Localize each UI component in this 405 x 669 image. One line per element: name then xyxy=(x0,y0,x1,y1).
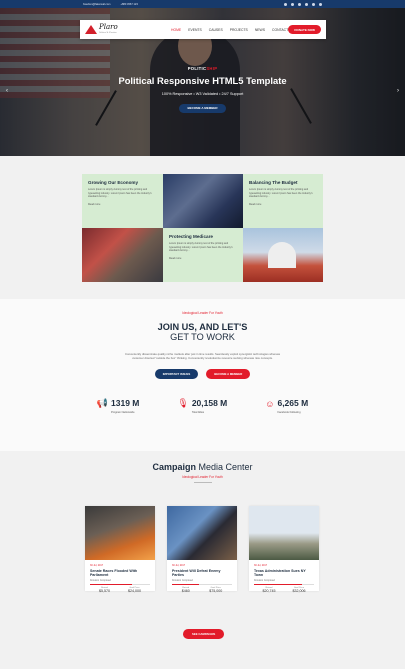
nav-menu: HOME EVENTS CAUSES PROJECTS NEWS CONTACT xyxy=(171,28,288,32)
card-goal: Donation Completed xyxy=(90,579,111,582)
campaign-cards: 30 Jul, 2017 Senate Races Flooded With P… xyxy=(85,506,319,593)
become-member-button[interactable]: BECOME A MEMBER xyxy=(179,103,226,113)
media-title: Campaign Media Center xyxy=(152,462,253,472)
stats-row: 📢 1319 M Program Nationwide 🎙 20,158 M Tot… xyxy=(0,393,405,414)
stat-facebook: ☺ 6,265 M Facebook Following xyxy=(265,393,309,415)
feature-text: Lorem Ipsum is simply dummy text of the … xyxy=(88,188,152,199)
youtube-icon[interactable] xyxy=(319,2,322,6)
stat-value: 20,158 M xyxy=(191,398,228,409)
logo-icon xyxy=(85,25,97,34)
twitter-icon[interactable] xyxy=(291,2,294,6)
see-campaigns-button[interactable]: SEE CAMPAIGNS xyxy=(183,629,225,639)
raised-value: $5,570 xyxy=(99,588,110,593)
media-kicker: Ideological Leader For Youth xyxy=(182,475,223,479)
microphones-image xyxy=(163,174,243,228)
join-text: Conveniently disseminate quality niche m… xyxy=(125,352,280,361)
card-goal: Donation Completed xyxy=(254,579,275,582)
raised-value: $20,745 xyxy=(262,588,276,593)
hero-section: Plaro Political & Election HOME EVENTS CA… xyxy=(0,8,405,156)
stat-allies: 🎙 20,158 M Total Allies xyxy=(177,393,227,414)
megaphone-icon: 📢 xyxy=(96,398,109,409)
goal-value: $32,006 xyxy=(292,588,306,593)
join-title: JOIN US, AND LET'S GET TO WORK xyxy=(157,322,248,342)
page: freedom@fakemail.com +880 4567 123 Plaro… xyxy=(0,0,405,669)
progress-fill xyxy=(254,583,302,585)
stat-value: 6,265 M xyxy=(277,398,309,409)
card-date: 30 Jul, 2017 xyxy=(172,564,186,567)
nav-item-news[interactable]: NEWS xyxy=(255,28,265,32)
features-grid: Growing Our Economy Lorem Ipsum is simpl… xyxy=(82,174,323,282)
join-section: Ideological Leader For Youth JOIN US, AN… xyxy=(0,299,405,451)
stat-label: Total Allies xyxy=(191,411,205,415)
card-goal: Donation Completed xyxy=(172,579,193,582)
site-logo[interactable]: Plaro Political & Election xyxy=(85,23,135,36)
social-icons xyxy=(284,2,322,6)
feature-budget: Balancing The Budget Lorem Ipsum is simp… xyxy=(243,174,323,228)
instagram-icon[interactable] xyxy=(312,2,315,6)
feature-medicare: Protecting Medicare Lorem Ipsum is simpl… xyxy=(163,228,243,282)
google-plus-icon[interactable] xyxy=(298,2,301,6)
media-center-section: Campaign Media Center Ideological Leader… xyxy=(0,462,405,662)
raised-value: $460 xyxy=(181,588,190,593)
feature-text: Lorem Ipsum is simply dummy text of the … xyxy=(249,188,313,199)
crowd-image xyxy=(82,228,163,282)
stat-label: Program Nationwide xyxy=(111,411,135,415)
nav-item-causes[interactable]: CAUSES xyxy=(209,28,223,32)
donate-button[interactable]: DONATE NOW xyxy=(288,25,321,34)
card-date: 30 Jul, 2017 xyxy=(90,564,104,567)
read-more-link[interactable]: Read more xyxy=(249,203,317,207)
join-kicker: Ideological Leader For Youth xyxy=(182,311,223,315)
progress-bar xyxy=(172,583,232,585)
linkedin-icon[interactable] xyxy=(305,2,308,6)
hero-kicker: POLITICSHIP xyxy=(187,66,218,71)
main-nav: Plaro Political & Election HOME EVENTS CA… xyxy=(80,20,326,39)
progress-bar xyxy=(90,583,150,585)
nav-item-projects[interactable]: PROJECTS xyxy=(230,28,248,32)
nav-item-contact[interactable]: CONTACT xyxy=(272,28,288,32)
hero-text: POLITICSHIP Political Responsive HTML5 T… xyxy=(0,66,405,114)
goal-value: $24,000 xyxy=(128,588,141,593)
phone-text: +880 4567 123 xyxy=(120,2,138,6)
feature-text: Lorem Ipsum is simply dummy text of the … xyxy=(169,242,233,253)
card-title[interactable]: President Will Defeat Enemy Parties xyxy=(172,569,232,578)
divider xyxy=(193,482,212,483)
goal-value: $75,000 xyxy=(209,588,223,593)
campaign-image xyxy=(85,506,155,560)
important-issues-button[interactable]: IMPORTANT ISSUES xyxy=(154,369,199,380)
hero-subtitle: 100% Responsive • W3 Validated • 24/7 Su… xyxy=(161,92,244,96)
campaign-card[interactable]: 30 Jul, 2017 Texas Administration Sues N… xyxy=(249,506,319,593)
top-bar: freedom@fakemail.com +880 4567 123 xyxy=(0,0,405,8)
read-more-link[interactable]: Read more xyxy=(88,203,157,207)
stat-program: 📢 1319 M Program Nationwide xyxy=(97,393,140,414)
progress-fill xyxy=(90,583,132,585)
feature-economy: Growing Our Economy Lorem Ipsum is simpl… xyxy=(82,174,163,228)
microphone-icon: 🎙 xyxy=(177,398,189,409)
feature-title: Balancing The Budget xyxy=(249,180,298,185)
slider-next-icon[interactable]: › xyxy=(397,88,399,94)
feature-title: Growing Our Economy xyxy=(88,180,139,185)
become-member-button[interactable]: BECOME A MEMBER xyxy=(206,369,251,380)
card-date: 30 Jul, 2017 xyxy=(254,564,268,567)
stat-value: 1319 M xyxy=(111,398,140,409)
nav-item-home[interactable]: HOME xyxy=(171,28,181,32)
card-title[interactable]: Texas Administration Sues NY Town xyxy=(254,569,314,578)
nav-item-events[interactable]: EVENTS xyxy=(188,28,202,32)
capitol-image xyxy=(243,228,323,282)
progress-bar xyxy=(254,583,314,585)
campaign-card[interactable]: 30 Jul, 2017 President Will Defeat Enemy… xyxy=(167,506,237,593)
smile-icon: ☺ xyxy=(265,398,275,409)
read-more-link[interactable]: Read more xyxy=(169,257,237,261)
logo-tagline: Political & Election xyxy=(99,31,117,34)
stat-label: Facebook Following xyxy=(277,411,301,415)
campaign-image xyxy=(249,506,319,560)
campaign-image xyxy=(167,506,237,560)
slider-prev-icon[interactable]: ‹ xyxy=(6,88,8,94)
email-text[interactable]: freedom@fakemail.com xyxy=(83,3,110,6)
progress-fill xyxy=(172,583,199,585)
hero-title: Political Responsive HTML5 Template xyxy=(118,75,287,86)
campaign-card[interactable]: 30 Jul, 2017 Senate Races Flooded With P… xyxy=(85,506,155,593)
feature-title: Protecting Medicare xyxy=(169,234,213,239)
facebook-icon[interactable] xyxy=(284,2,287,6)
card-title[interactable]: Senate Races Flooded With Parliament xyxy=(90,569,150,578)
